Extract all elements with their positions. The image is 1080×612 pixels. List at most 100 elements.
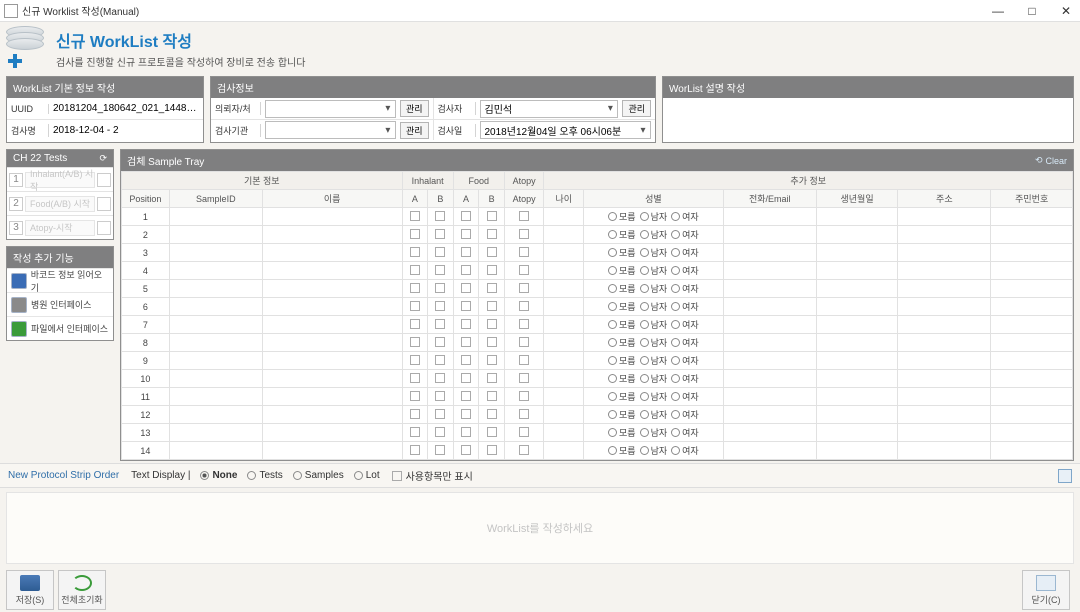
- cell-phone[interactable]: [723, 388, 816, 406]
- cell-addr[interactable]: [898, 334, 991, 352]
- sex-male-option[interactable]: 남자: [640, 246, 668, 259]
- cell-atopy[interactable]: [504, 244, 544, 262]
- cell-phone[interactable]: [723, 280, 816, 298]
- cell-atopy[interactable]: [504, 316, 544, 334]
- cell-inhalant-b[interactable]: [428, 424, 454, 442]
- cell-ssn[interactable]: [991, 316, 1073, 334]
- sex-male-option[interactable]: 남자: [640, 444, 668, 457]
- sex-female-option[interactable]: 여자: [671, 408, 699, 421]
- cell-food-a[interactable]: [453, 334, 479, 352]
- cell-name[interactable]: [262, 244, 402, 262]
- cell-birth[interactable]: [816, 316, 897, 334]
- cell-sex[interactable]: 모름 남자 여자: [584, 298, 724, 316]
- sex-female-option[interactable]: 여자: [671, 264, 699, 277]
- cell-inhalant-b[interactable]: [428, 280, 454, 298]
- cell-sex[interactable]: 모름 남자 여자: [584, 244, 724, 262]
- col-addr[interactable]: 주소: [898, 190, 991, 208]
- cell-sex[interactable]: 모름 남자 여자: [584, 316, 724, 334]
- cell-sampleid[interactable]: [169, 244, 262, 262]
- ch22-test-field[interactable]: Inhalant(A/B) 시작: [25, 172, 95, 188]
- cell-position[interactable]: 10: [122, 370, 170, 388]
- cell-ssn[interactable]: [991, 442, 1073, 460]
- cell-addr[interactable]: [898, 388, 991, 406]
- sex-male-option[interactable]: 남자: [640, 426, 668, 439]
- institution-manage-button[interactable]: 관리: [400, 122, 429, 139]
- cell-position[interactable]: 8: [122, 334, 170, 352]
- cell-addr[interactable]: [898, 352, 991, 370]
- cell-sex[interactable]: 모름 남자 여자: [584, 388, 724, 406]
- sex-unknown-option[interactable]: 모름: [608, 372, 636, 385]
- sex-unknown-option[interactable]: 모름: [608, 246, 636, 259]
- cell-inhalant-a[interactable]: [402, 244, 428, 262]
- cell-age[interactable]: [544, 244, 584, 262]
- institution-dropdown[interactable]: ▾: [265, 121, 396, 139]
- cell-phone[interactable]: [723, 370, 816, 388]
- cell-food-a[interactable]: [453, 388, 479, 406]
- sex-female-option[interactable]: 여자: [671, 228, 699, 241]
- cell-food-b[interactable]: [479, 442, 505, 460]
- extra-func-item[interactable]: 병원 인터페이스: [7, 292, 113, 316]
- sex-unknown-option[interactable]: 모름: [608, 390, 636, 403]
- cell-inhalant-a[interactable]: [402, 388, 428, 406]
- col-ssn[interactable]: 주민번호: [991, 190, 1073, 208]
- cell-inhalant-a[interactable]: [402, 280, 428, 298]
- cell-addr[interactable]: [898, 370, 991, 388]
- col-age[interactable]: 나이: [544, 190, 584, 208]
- cell-sampleid[interactable]: [169, 370, 262, 388]
- cell-sampleid[interactable]: [169, 442, 262, 460]
- cell-sampleid[interactable]: [169, 208, 262, 226]
- cell-phone[interactable]: [723, 424, 816, 442]
- cell-birth[interactable]: [816, 208, 897, 226]
- cell-birth[interactable]: [816, 226, 897, 244]
- extra-func-item[interactable]: 파일에서 인터페이스: [7, 316, 113, 340]
- cell-inhalant-a[interactable]: [402, 406, 428, 424]
- col-phone[interactable]: 전화/Email: [723, 190, 816, 208]
- col-inhalant-a[interactable]: A: [402, 190, 428, 208]
- cell-phone[interactable]: [723, 226, 816, 244]
- cell-inhalant-b[interactable]: [428, 406, 454, 424]
- cell-sampleid[interactable]: [169, 352, 262, 370]
- cell-birth[interactable]: [816, 406, 897, 424]
- cell-position[interactable]: 6: [122, 298, 170, 316]
- cell-sampleid[interactable]: [169, 280, 262, 298]
- cell-sampleid[interactable]: [169, 388, 262, 406]
- examiner-manage-button[interactable]: 관리: [622, 100, 651, 117]
- maximize-button[interactable]: □: [1022, 4, 1042, 18]
- sex-unknown-option[interactable]: 모름: [608, 300, 636, 313]
- sex-male-option[interactable]: 남자: [640, 264, 668, 277]
- cell-addr[interactable]: [898, 406, 991, 424]
- ch22-test-field[interactable]: Food(A/B) 시작: [25, 196, 95, 212]
- sex-male-option[interactable]: 남자: [640, 318, 668, 331]
- sex-male-option[interactable]: 남자: [640, 390, 668, 403]
- cell-sampleid[interactable]: [169, 334, 262, 352]
- sex-unknown-option[interactable]: 모름: [608, 318, 636, 331]
- cell-ssn[interactable]: [991, 424, 1073, 442]
- cell-ssn[interactable]: [991, 352, 1073, 370]
- cell-position[interactable]: 3: [122, 244, 170, 262]
- cell-name[interactable]: [262, 388, 402, 406]
- cell-food-b[interactable]: [479, 298, 505, 316]
- cell-position[interactable]: 11: [122, 388, 170, 406]
- cell-sampleid[interactable]: [169, 262, 262, 280]
- cell-inhalant-b[interactable]: [428, 334, 454, 352]
- cell-position[interactable]: 9: [122, 352, 170, 370]
- cell-age[interactable]: [544, 442, 584, 460]
- col-sampleid[interactable]: SampleID: [169, 190, 262, 208]
- uuid-field[interactable]: [53, 103, 199, 114]
- sex-unknown-option[interactable]: 모름: [608, 426, 636, 439]
- cell-atopy[interactable]: [504, 280, 544, 298]
- cell-phone[interactable]: [723, 244, 816, 262]
- cell-birth[interactable]: [816, 388, 897, 406]
- cell-ssn[interactable]: [991, 280, 1073, 298]
- cell-addr[interactable]: [898, 244, 991, 262]
- cell-name[interactable]: [262, 226, 402, 244]
- cell-inhalant-b[interactable]: [428, 316, 454, 334]
- ch22-settings-button[interactable]: [97, 197, 111, 211]
- cell-sex[interactable]: 모름 남자 여자: [584, 280, 724, 298]
- cell-inhalant-b[interactable]: [428, 244, 454, 262]
- cell-age[interactable]: [544, 280, 584, 298]
- cell-age[interactable]: [544, 352, 584, 370]
- cell-food-a[interactable]: [453, 208, 479, 226]
- cell-food-a[interactable]: [453, 370, 479, 388]
- cell-inhalant-a[interactable]: [402, 442, 428, 460]
